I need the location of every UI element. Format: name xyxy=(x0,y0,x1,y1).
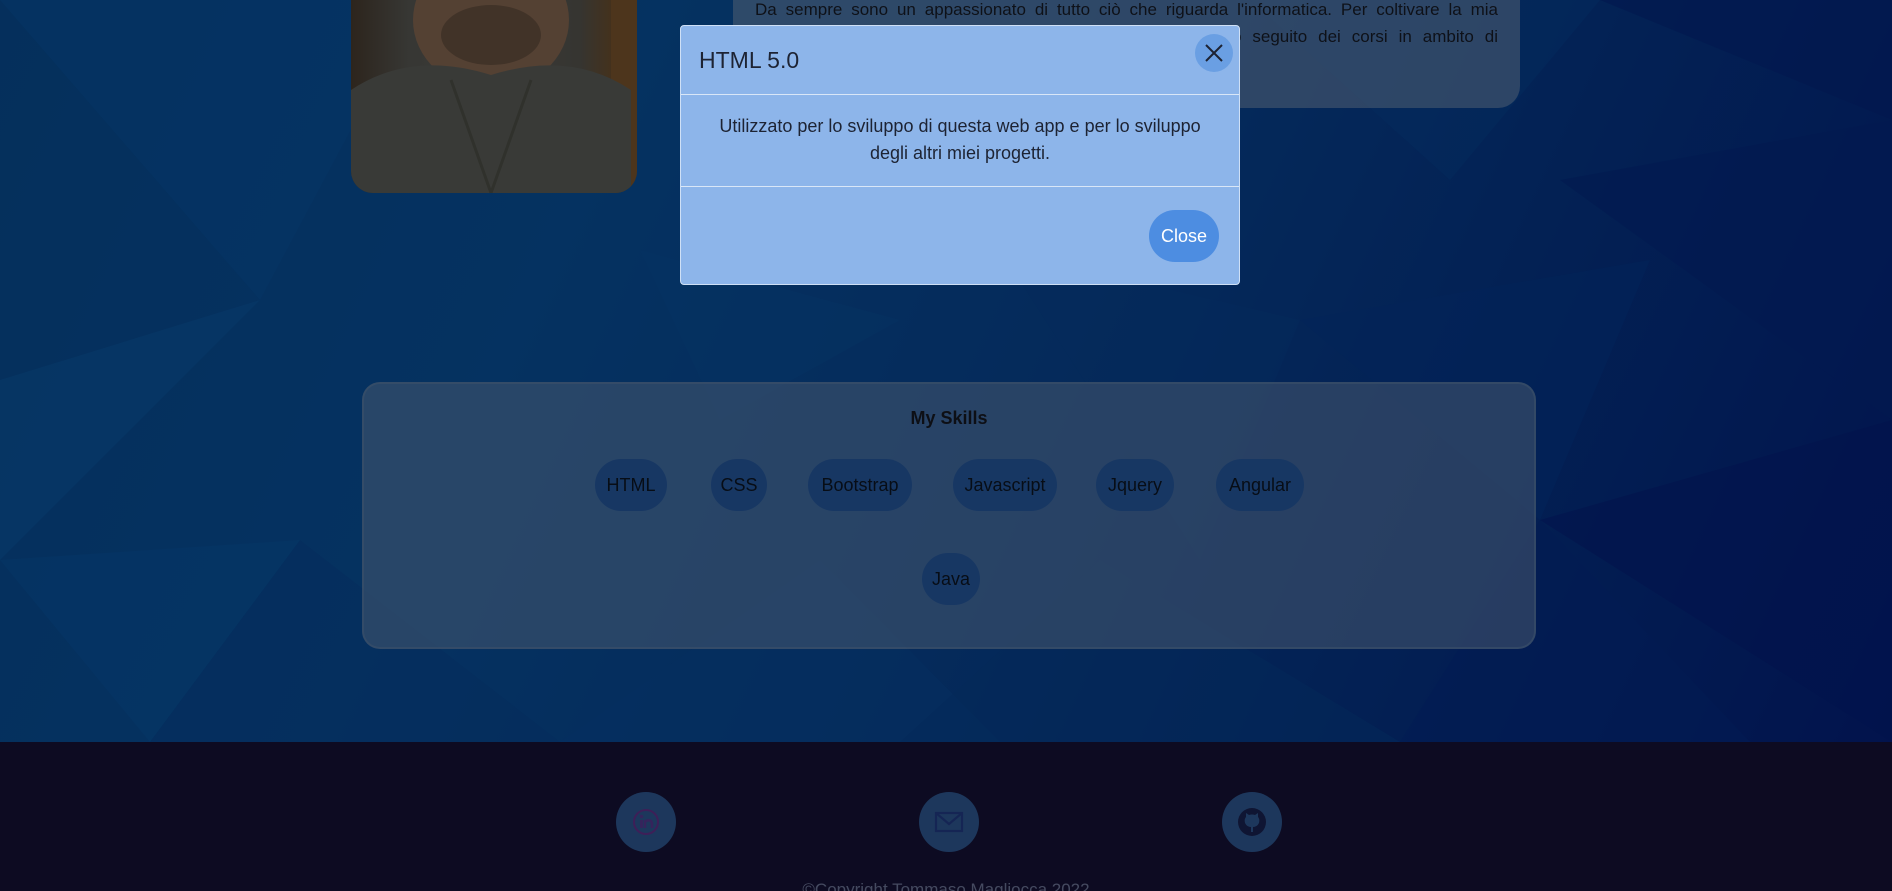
modal-close-x-button[interactable] xyxy=(1195,34,1233,72)
modal-title: HTML 5.0 xyxy=(699,47,800,73)
modal-header: HTML 5.0 xyxy=(681,26,1239,95)
close-icon xyxy=(1205,44,1223,62)
modal-body: Utilizzato per lo sviluppo di questa web… xyxy=(681,95,1239,187)
skill-modal: HTML 5.0 Utilizzato per lo sviluppo di q… xyxy=(680,25,1240,285)
page: Da sempre sono un appassionato di tutto … xyxy=(0,0,1892,891)
modal-close-button[interactable]: Close xyxy=(1149,210,1219,262)
